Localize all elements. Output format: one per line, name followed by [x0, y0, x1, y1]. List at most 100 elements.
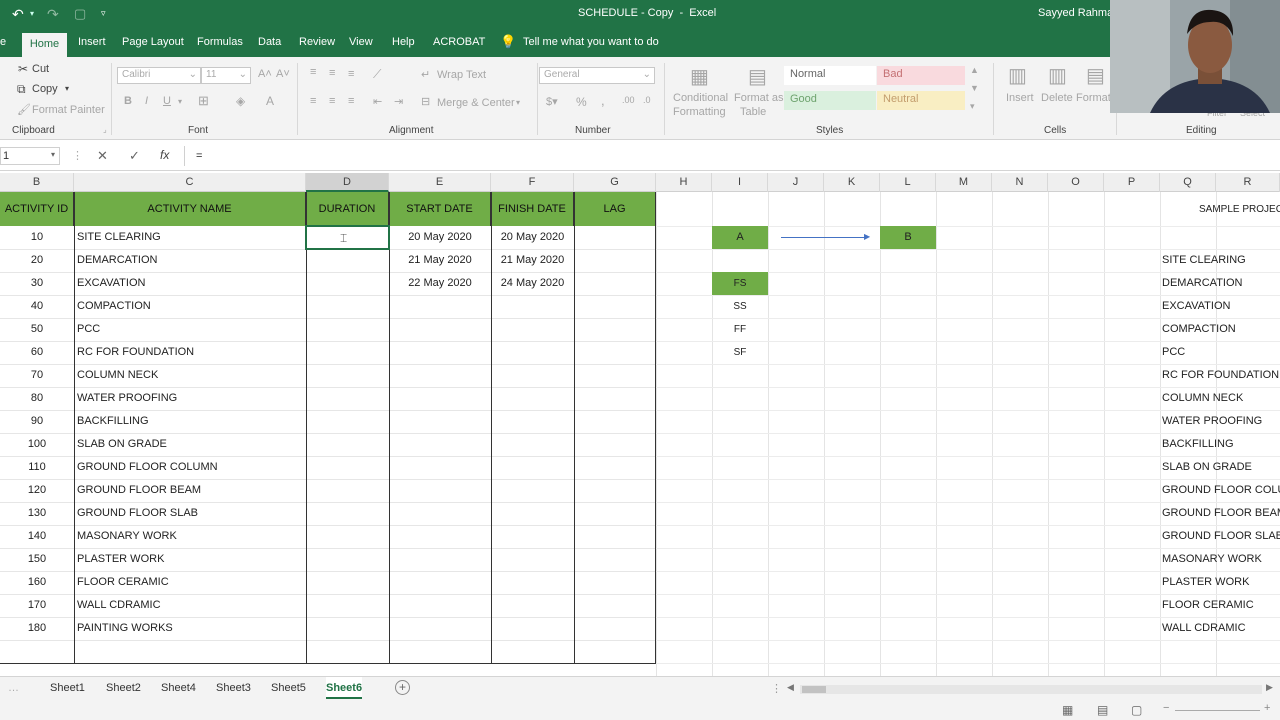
sample-item[interactable]: WATER PROOFING	[1162, 410, 1280, 433]
lag-cell[interactable]	[574, 456, 656, 479]
start-date-cell[interactable]	[389, 433, 491, 456]
conditional-formatting-button[interactable]: Conditional	[673, 92, 728, 104]
sample-item[interactable]: SLAB ON GRADE	[1162, 456, 1280, 479]
lag-cell[interactable]	[574, 295, 656, 318]
user-name[interactable]: Sayyed Rahman	[1038, 7, 1119, 19]
align-left-icon[interactable]: ≡	[310, 95, 316, 107]
shrink-font-icon[interactable]: A˅	[276, 68, 290, 80]
cut-icon[interactable]: ✂	[18, 62, 28, 76]
insert-function-icon[interactable]: fx	[160, 148, 169, 162]
wrap-text-button[interactable]: Wrap Text	[437, 69, 486, 81]
enter-icon[interactable]: ✓	[129, 148, 140, 164]
activity-name-cell[interactable]: EXCAVATION	[77, 272, 305, 295]
activity-name-cell[interactable]: FLOOR CERAMIC	[77, 571, 305, 594]
activity-name-cell[interactable]: PLASTER WORK	[77, 548, 305, 571]
finish-date-cell[interactable]	[491, 433, 574, 456]
orientation-icon[interactable]: ⟋	[373, 67, 381, 82]
sample-item[interactable]: COMPACTION	[1162, 318, 1280, 341]
activity-name-cell[interactable]: WATER PROOFING	[77, 387, 305, 410]
format-cells-icon[interactable]: ▤	[1086, 63, 1105, 88]
tab-file[interactable]: e	[0, 36, 6, 48]
name-box[interactable]: 1 ▾	[0, 147, 60, 165]
style-bad[interactable]: Bad	[877, 66, 965, 85]
format-as-table-icon[interactable]: ▤	[748, 64, 767, 89]
duration-cell[interactable]	[306, 341, 389, 364]
activity-name-cell[interactable]: COMPACTION	[77, 295, 305, 318]
sample-item[interactable]: COLUMN NECK	[1162, 387, 1280, 410]
duration-cell[interactable]	[306, 272, 389, 295]
finish-date-cell[interactable]	[491, 617, 574, 640]
increase-decimal-icon[interactable]: .00	[622, 95, 635, 105]
lag-cell[interactable]	[574, 364, 656, 387]
relation-type-ff[interactable]: FF	[712, 318, 768, 341]
sample-item[interactable]: SITE CLEARING	[1162, 249, 1280, 272]
hscroll-right-icon[interactable]: ▶	[1266, 682, 1273, 693]
activity-id-header[interactable]: ACTIVITY ID	[0, 192, 74, 226]
format-as-table-button[interactable]: Format as	[734, 92, 784, 104]
font-color-icon[interactable]: A	[266, 94, 274, 108]
start-date-cell[interactable]: 22 May 2020	[389, 272, 491, 295]
normal-view-icon[interactable]: ▦	[1062, 703, 1073, 717]
activity-id-cell[interactable]: 70	[0, 364, 74, 387]
start-date-cell[interactable]	[389, 548, 491, 571]
tab-page-layout[interactable]: Page Layout	[122, 36, 184, 48]
decrease-indent-icon[interactable]: ⇤	[373, 95, 382, 108]
sheet-tab-sheet3[interactable]: Sheet3	[216, 682, 251, 694]
align-right-icon[interactable]: ≡	[348, 95, 354, 107]
duration-cell[interactable]	[306, 364, 389, 387]
insert-cells-icon[interactable]: ▥	[1008, 63, 1027, 88]
sample-item[interactable]: EXCAVATION	[1162, 295, 1280, 318]
percent-style-icon[interactable]: %	[576, 95, 587, 109]
duration-cell[interactable]	[306, 525, 389, 548]
number-format-combo[interactable]: General ⌄	[539, 67, 655, 84]
sheet-tab-sheet2[interactable]: Sheet2	[106, 682, 141, 694]
format-painter-button[interactable]: Format Painter	[32, 104, 105, 116]
zoom-out-icon[interactable]: −	[1163, 702, 1169, 714]
finish-date-cell[interactable]	[491, 571, 574, 594]
borders-icon[interactable]: ⊞	[198, 93, 209, 109]
activity-name-cell[interactable]: SITE CLEARING	[77, 226, 305, 249]
format-painter-icon[interactable]: 🖌	[17, 103, 31, 116]
start-date-cell[interactable]	[389, 387, 491, 410]
column-header-d[interactable]: D	[306, 173, 389, 192]
activity-id-cell[interactable]: 170	[0, 594, 74, 617]
start-date-cell[interactable]	[389, 525, 491, 548]
top-align-icon[interactable]: ≡	[310, 66, 316, 78]
column-header-c[interactable]: C	[74, 173, 306, 192]
activity-id-cell[interactable]: 100	[0, 433, 74, 456]
duration-cell[interactable]	[306, 433, 389, 456]
column-header-i[interactable]: I	[712, 173, 768, 192]
sample-item[interactable]: FLOOR CERAMIC	[1162, 594, 1280, 617]
start-date-cell[interactable]	[389, 594, 491, 617]
font-name-combo[interactable]: Calibri ⌄	[117, 67, 201, 84]
sample-project-title[interactable]: SAMPLE PROJECT	[1199, 198, 1280, 221]
finish-date-cell[interactable]	[491, 364, 574, 387]
finish-date-cell[interactable]	[491, 525, 574, 548]
duration-cell[interactable]	[306, 548, 389, 571]
sample-item[interactable]: GROUND FLOOR COLUMN	[1162, 479, 1280, 502]
activity-name-cell[interactable]: WALL CDRAMIC	[77, 594, 305, 617]
column-header-q[interactable]: Q	[1160, 173, 1216, 192]
underline-icon[interactable]: U	[163, 95, 171, 107]
start-date-cell[interactable]	[389, 571, 491, 594]
tab-home[interactable]: Home	[22, 33, 67, 57]
tab-review[interactable]: Review	[299, 36, 335, 48]
sample-item[interactable]: PCC	[1162, 341, 1280, 364]
format-cells-button[interactable]: Format	[1076, 92, 1111, 104]
activity-name-cell[interactable]: PAINTING WORKS	[77, 617, 305, 640]
activity-id-cell[interactable]: 50	[0, 318, 74, 341]
zoom-in-icon[interactable]: +	[1264, 702, 1270, 714]
copy-button[interactable]: Copy	[32, 83, 58, 95]
finish-date-cell[interactable]	[491, 502, 574, 525]
activity-id-cell[interactable]: 60	[0, 341, 74, 364]
style-neutral[interactable]: Neutral	[877, 91, 965, 110]
activity-name-cell[interactable]: GROUND FLOOR COLUMN	[77, 456, 305, 479]
bold-icon[interactable]: B	[124, 95, 132, 107]
wrap-text-icon[interactable]: ↵	[421, 68, 430, 81]
activity-name-cell[interactable]: MASONARY WORK	[77, 525, 305, 548]
lag-cell[interactable]	[574, 548, 656, 571]
styles-more-icon[interactable]: ▾	[970, 101, 975, 112]
lag-cell[interactable]	[574, 410, 656, 433]
activity-id-cell[interactable]: 110	[0, 456, 74, 479]
column-header-g[interactable]: G	[574, 173, 656, 192]
